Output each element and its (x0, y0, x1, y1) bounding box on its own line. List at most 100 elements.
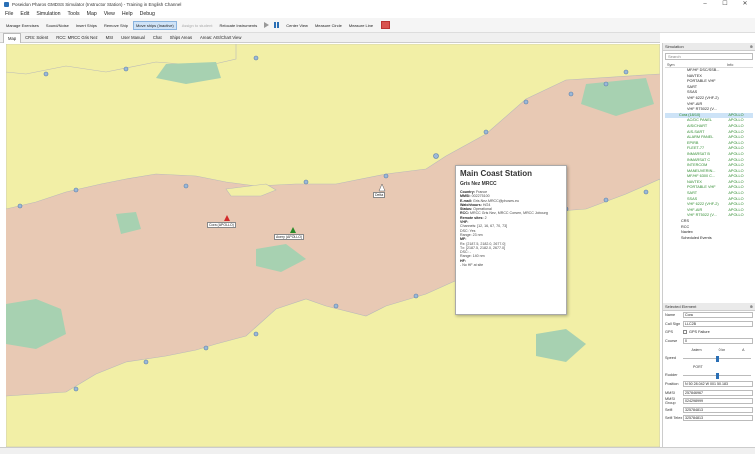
tab-rcc-gris-nez[interactable]: RCC: MRCC Gris Nez (52, 33, 101, 42)
pause-icon[interactable] (274, 22, 280, 28)
pin-icon[interactable]: ⊕ (750, 303, 753, 311)
pin-icon[interactable]: ⊕ (750, 43, 753, 51)
play-icon[interactable] (264, 22, 270, 28)
ship-label-delta[interactable]: Delta (373, 192, 386, 198)
menu-bar: File Edit Simulation Tools Map View Help… (0, 9, 755, 18)
position-label: Position (665, 382, 679, 387)
speed-slider[interactable] (683, 355, 751, 362)
rudder-label: Rudder (665, 373, 678, 378)
menu-file[interactable]: File (5, 11, 13, 17)
simulation-panel-header: Simulation ⊕ (663, 43, 755, 51)
coast-station-popup: Main Coast Station Gris Nez MRCC Country… (455, 165, 567, 315)
menu-debug[interactable]: Debug (140, 11, 155, 17)
center-view-button[interactable]: Center View (284, 22, 310, 29)
ship-label-cora[interactable]: Cora (APOLLO) (207, 222, 236, 228)
shallow-water-5 (6, 299, 66, 349)
gps-failure-checkbox[interactable] (683, 330, 687, 335)
selfi-field[interactable]: 325784813 (683, 406, 753, 413)
tab-areas-ais[interactable]: Areas: AIS/Chart View (196, 33, 245, 42)
astern-label: Astern (691, 347, 702, 352)
column-info[interactable]: Info (727, 62, 733, 67)
ship-cora-marker (224, 215, 230, 221)
move-ships-button[interactable]: Move ships (Inactive) (132, 20, 177, 30)
ship-avery-marker (290, 227, 296, 233)
popup-details: Country: France MMSI: 002275100 E-mail: Gr… (460, 190, 562, 267)
menu-tools[interactable]: Tools (68, 11, 80, 17)
port-label: PORT (693, 364, 703, 369)
tab-map[interactable]: Map (3, 32, 22, 43)
speed-label: Speed (665, 356, 676, 361)
ship-delta-marker (378, 183, 386, 192)
minimize-icon[interactable]: – (695, 0, 715, 9)
search-input[interactable]: Search (665, 53, 753, 60)
app-icon (4, 2, 9, 7)
mmsi-group-label: MMSI Group (665, 397, 676, 406)
tree-item[interactable]: Scheduled Events (665, 236, 753, 242)
course-label: Course (665, 339, 678, 344)
tab-msi[interactable]: MSI (102, 33, 117, 42)
manage-exercises-button[interactable]: Manage Exercises (4, 22, 41, 29)
assign-student-button[interactable]: Assign to student (180, 22, 215, 29)
rudder-slider[interactable] (683, 372, 751, 379)
name-field[interactable]: Cora (683, 312, 753, 319)
status-bar (0, 447, 755, 454)
gps-failure-label: GPS Failure (689, 330, 710, 335)
screenshot-icon[interactable] (381, 21, 391, 29)
isle-of-wight (225, 183, 277, 197)
maximize-icon[interactable]: ☐ (715, 0, 735, 9)
toolbar: Manage Exercises Sound/Noise Insert Ship… (0, 18, 755, 33)
name-label: Name (665, 313, 676, 318)
tab-bar: Map CRS: Solent RCC: MRCC Gris Nez MSI U… (0, 32, 660, 43)
selected-element-panel: Selected Element ⊕ Name Cora Call Sign LLC… (662, 303, 755, 447)
speed-scale: Astern 0 kn A (683, 348, 753, 352)
callsign-label: Call Sign (665, 321, 681, 326)
selected-panel-title: Selected Element (665, 304, 697, 309)
tab-chat[interactable]: Chat (149, 33, 166, 42)
ship-label-avery[interactable]: Avery (APOLLO) (274, 234, 305, 240)
speed-slider-thumb[interactable] (715, 355, 719, 362)
column-sym[interactable]: Sym (665, 62, 727, 67)
mmsi-field[interactable]: 257846967 (683, 389, 753, 396)
shallow-water-4 (256, 244, 306, 272)
position-field[interactable]: N 50 28.042 W 001 50.183 (683, 381, 753, 388)
relocate-instruments-button[interactable]: Relocate Instruments (217, 22, 259, 29)
sound-noise-button[interactable]: Sound/Noise (44, 22, 71, 29)
mmsi-group-field[interactable]: 024298999 (683, 398, 753, 405)
menu-edit[interactable]: Edit (20, 11, 29, 17)
tab-crs-solent[interactable]: CRS: Solent (21, 33, 52, 42)
tab-ships-areas[interactable]: Ships Areas (166, 33, 196, 42)
shallow-water-3 (116, 212, 141, 234)
rudder-scale: PORT (683, 365, 753, 369)
course-field[interactable]: 0 (683, 338, 753, 345)
popup-title: Main Coast Station (460, 169, 533, 178)
remove-ship-button[interactable]: Remove Ship (102, 22, 130, 29)
ahead-label: A (742, 347, 745, 352)
selected-panel-header: Selected Element ⊕ (663, 303, 755, 311)
measure-circle-button[interactable]: Measure Circle (313, 22, 344, 29)
popup-subtitle: Gris Nez MRCC (460, 181, 497, 187)
selfi-telex-label: Selfi Telex (665, 416, 683, 421)
simulation-tree[interactable]: MF/HF DSC/SSB... NAVTEX PORTABLE VHF SART SS… (665, 68, 753, 278)
shallow-water-2 (581, 78, 654, 116)
selfi-label: Selfi (665, 407, 673, 412)
title-bar: Poseidon Pharos GMDSS Simulator (Instruc… (0, 0, 755, 9)
window-title: Poseidon Pharos GMDSS Simulator (Instruc… (12, 2, 182, 7)
popup-line: - No HF at site (460, 263, 484, 268)
zero-knots-label: 0 kn (718, 347, 726, 352)
close-icon[interactable]: ✕ (735, 0, 755, 9)
window-controls: – ☐ ✕ (695, 0, 755, 9)
rudder-slider-thumb[interactable] (715, 372, 719, 379)
menu-view[interactable]: View (104, 11, 115, 17)
callsign-field[interactable]: LLC2B (683, 320, 753, 327)
gps-label: GPS (665, 330, 674, 335)
selfi-telex-field[interactable]: 325784813 (683, 415, 753, 422)
menu-map[interactable]: Map (87, 11, 97, 17)
tab-user-manual[interactable]: User Manual (117, 33, 149, 42)
mmsi-label: MMSI (665, 390, 675, 395)
menu-simulation[interactable]: Simulation (36, 11, 60, 17)
measure-line-button[interactable]: Measure Line (347, 22, 375, 29)
simulation-panel-title: Simulation (665, 44, 684, 49)
app-window: Poseidon Pharos GMDSS Simulator (Instruc… (0, 0, 755, 454)
menu-help[interactable]: Help (122, 11, 133, 17)
insert-ships-button[interactable]: Insert Ships (74, 22, 99, 29)
